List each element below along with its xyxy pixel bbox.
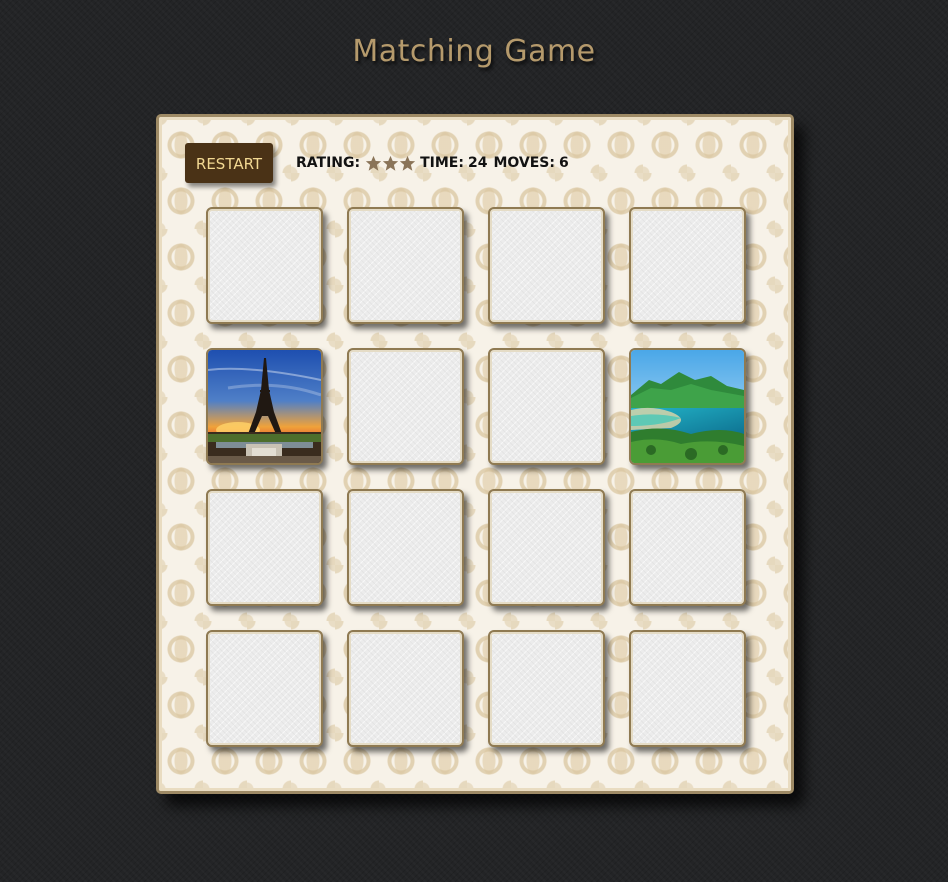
card-revealed-eiffel-tower[interactable] bbox=[206, 348, 323, 465]
eiffel-tower-image bbox=[208, 350, 321, 463]
star-icon bbox=[365, 155, 382, 171]
card-hidden[interactable] bbox=[629, 489, 746, 606]
page-title: Matching Game bbox=[352, 34, 596, 69]
card-hidden[interactable] bbox=[347, 630, 464, 747]
score-panel: RATING: TIME: 24 MOVES: 6 bbox=[296, 152, 569, 174]
card-hidden[interactable] bbox=[488, 348, 605, 465]
game-board: RESTART RATING: TIME: 24 MOVES: 6 bbox=[156, 114, 794, 794]
time-value: 24 bbox=[467, 155, 488, 171]
star-icon bbox=[399, 155, 416, 171]
moves-value: 6 bbox=[558, 155, 569, 171]
rating-stars bbox=[365, 155, 416, 172]
card-hidden[interactable] bbox=[347, 348, 464, 465]
card-hidden[interactable] bbox=[629, 207, 746, 324]
card-hidden[interactable] bbox=[206, 489, 323, 606]
restart-button[interactable]: RESTART bbox=[185, 143, 273, 183]
rating-label: RATING: bbox=[296, 155, 361, 171]
tropical-coast-image bbox=[631, 350, 744, 463]
card-hidden[interactable] bbox=[347, 207, 464, 324]
card-revealed-tropical-coast[interactable] bbox=[629, 348, 746, 465]
card-hidden[interactable] bbox=[488, 630, 605, 747]
card-hidden[interactable] bbox=[206, 630, 323, 747]
moves-label: MOVES: bbox=[493, 155, 555, 171]
card-hidden[interactable] bbox=[347, 489, 464, 606]
star-icon bbox=[382, 155, 399, 171]
card-hidden[interactable] bbox=[206, 207, 323, 324]
time-label: TIME: bbox=[420, 155, 464, 171]
card-hidden[interactable] bbox=[488, 207, 605, 324]
card-hidden[interactable] bbox=[488, 489, 605, 606]
card-hidden[interactable] bbox=[629, 630, 746, 747]
